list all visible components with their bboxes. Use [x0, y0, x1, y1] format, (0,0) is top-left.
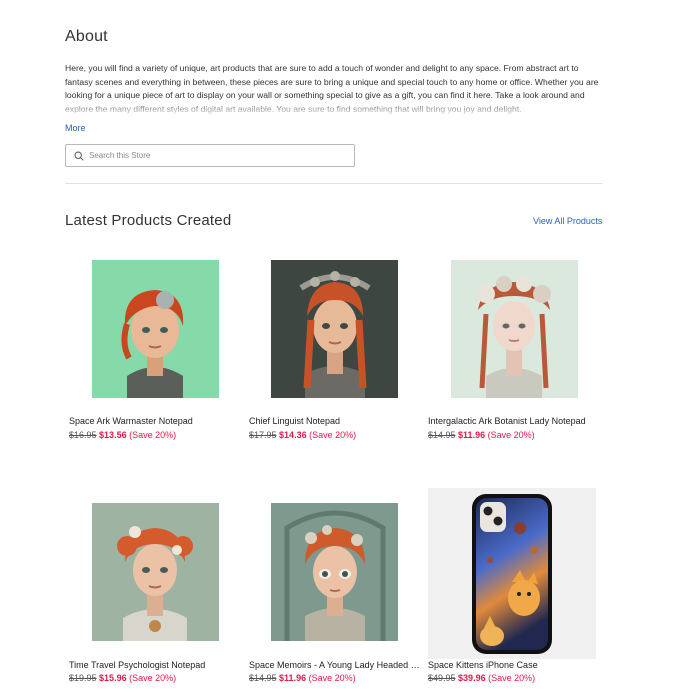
product-card[interactable]: Intergalactic Ark Botanist Lady Notepad …	[424, 248, 596, 440]
product-image[interactable]	[245, 248, 417, 420]
product-name[interactable]: Time Travel Psychologist Notepad	[69, 660, 241, 670]
search-icon	[74, 150, 84, 161]
product-image[interactable]	[424, 488, 599, 660]
original-price: $16.95	[69, 430, 97, 440]
sale-price: $14.36	[279, 430, 307, 440]
about-title: About	[65, 28, 108, 45]
product-price: $16.95 $13.56 (Save 20%)	[69, 430, 176, 440]
about-fade-overlay	[65, 100, 605, 115]
product-card[interactable]: Space Ark Warmaster Notepad $16.95 $13.5…	[65, 248, 237, 440]
original-price: $17.95	[249, 430, 277, 440]
original-price: $14.95	[428, 430, 456, 440]
product-image[interactable]	[65, 248, 237, 420]
savings-label: (Save 20%)	[308, 673, 356, 683]
product-image[interactable]	[245, 488, 417, 660]
product-price: $14.95 $11.96 (Save 20%)	[428, 430, 535, 440]
product-card[interactable]: Space Kittens iPhone Case $49.95 $39.96 …	[424, 488, 599, 683]
store-search-box[interactable]	[65, 144, 355, 167]
product-name[interactable]: Space Ark Warmaster Notepad	[69, 416, 241, 426]
savings-label: (Save 20%)	[129, 430, 177, 440]
product-price: $14.95 $11.96 (Save 20%)	[249, 673, 356, 683]
sale-price: $13.56	[99, 430, 127, 440]
section-divider	[65, 183, 603, 184]
original-price: $49.95	[428, 673, 456, 683]
product-card[interactable]: Space Memoirs - A Young Lady Headed F...…	[245, 488, 421, 683]
product-image[interactable]	[424, 248, 596, 420]
savings-label: (Save 20%)	[309, 430, 357, 440]
search-input[interactable]	[89, 151, 349, 160]
product-image[interactable]	[65, 488, 237, 660]
product-price: $49.95 $39.96 (Save 20%)	[428, 673, 535, 683]
savings-label: (Save 20%)	[487, 430, 535, 440]
product-name[interactable]: Intergalactic Ark Botanist Lady Notepad	[428, 416, 600, 426]
view-all-products-link[interactable]: View All Products	[533, 216, 602, 226]
savings-label: (Save 20%)	[488, 673, 536, 683]
savings-label: (Save 20%)	[129, 673, 177, 683]
original-price: $14.95	[249, 673, 277, 683]
product-card[interactable]: Chief Linguist Notepad $17.95 $14.36 (Sa…	[245, 248, 417, 440]
sale-price: $15.96	[99, 673, 127, 683]
more-link[interactable]: More	[65, 123, 86, 133]
latest-products-title: Latest Products Created	[65, 212, 232, 229]
product-card[interactable]: Time Travel Psychologist Notepad $19.95 …	[65, 488, 237, 683]
product-price: $19.95 $15.96 (Save 20%)	[69, 673, 176, 683]
product-name[interactable]: Space Kittens iPhone Case	[428, 660, 600, 670]
sale-price: $11.96	[458, 430, 486, 440]
sale-price: $39.96	[458, 673, 486, 683]
product-price: $17.95 $14.36 (Save 20%)	[249, 430, 356, 440]
product-name[interactable]: Space Memoirs - A Young Lady Headed F...	[249, 660, 421, 670]
original-price: $19.95	[69, 673, 97, 683]
sale-price: $11.96	[279, 673, 307, 683]
product-name[interactable]: Chief Linguist Notepad	[249, 416, 421, 426]
